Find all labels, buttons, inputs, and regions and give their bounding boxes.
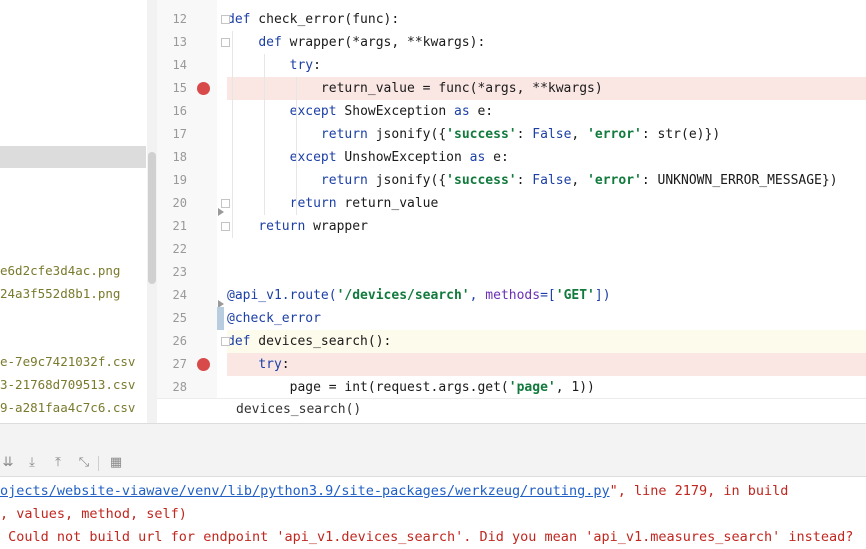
line-number[interactable]: 12 <box>157 8 187 31</box>
line-number[interactable]: 13 <box>157 31 187 54</box>
console-line: ojects/website-viawave/venv/lib/python3.… <box>0 480 788 503</box>
fold-icon[interactable] <box>221 337 230 346</box>
code-line[interactable]: def wrapper(*args, **kwargs): <box>227 31 866 54</box>
line-number[interactable]: 22 <box>157 238 187 261</box>
change-marker <box>217 307 224 330</box>
traceback-file-link[interactable]: ojects/website-viawave/venv/lib/python3.… <box>0 483 610 499</box>
console-line: , values, method, self) <box>0 506 187 522</box>
breadcrumb-function[interactable]: devices_search() <box>236 402 361 417</box>
indent-guide <box>264 54 265 215</box>
line-number[interactable]: 17 <box>157 123 187 146</box>
code-line[interactable]: except ShowException as e: <box>227 100 866 123</box>
code-line[interactable]: try: <box>227 54 866 77</box>
scroll-to-end-icon[interactable]: ⇊ <box>0 455 16 471</box>
code-line[interactable]: try: <box>227 353 866 376</box>
line-number[interactable]: 16 <box>157 100 187 123</box>
file-item[interactable]: e-7e9c7421032f.csv <box>0 354 135 369</box>
code-line[interactable]: return return_value <box>227 192 866 215</box>
download-icon[interactable]: ⤓ <box>24 455 40 471</box>
project-scrollbar[interactable] <box>147 0 157 423</box>
code-line[interactable]: return_value = func(*args, **kwargs) <box>227 77 866 100</box>
panel-divider[interactable] <box>0 423 866 451</box>
fold-icon[interactable] <box>221 15 230 24</box>
line-number[interactable]: 23 <box>157 261 187 284</box>
code-line[interactable] <box>227 238 866 261</box>
file-item[interactable]: 9-a281faa4c7c6.csv <box>0 400 135 415</box>
line-number[interactable]: 15 <box>157 77 187 100</box>
line-number[interactable]: 21 <box>157 215 187 238</box>
fold-icon[interactable] <box>221 38 230 47</box>
breakpoint-icon[interactable] <box>197 82 210 95</box>
code-line[interactable] <box>227 261 866 284</box>
error-message: Could not build url for endpoint 'api_v1… <box>0 529 854 545</box>
code-line[interactable]: @api_v1.route('/devices/search', methods… <box>227 284 866 307</box>
code-line[interactable]: def check_error(func): <box>227 8 866 31</box>
line-number[interactable]: 20 <box>157 192 187 215</box>
code-line[interactable]: return wrapper <box>227 215 866 238</box>
collapse-icon[interactable]: ⤡ <box>76 455 92 471</box>
breakpoint-icon[interactable] <box>197 358 210 371</box>
line-number[interactable]: 26 <box>157 330 187 353</box>
code-line[interactable]: except UnshowException as e: <box>227 146 866 169</box>
line-number[interactable]: 14 <box>157 54 187 77</box>
indent-guide <box>296 77 297 215</box>
grid-icon[interactable]: ▦ <box>108 455 124 471</box>
code-line[interactable]: def devices_search(): <box>227 330 866 353</box>
line-number[interactable]: 19 <box>157 169 187 192</box>
line-number[interactable]: 27 <box>157 353 187 376</box>
code-line[interactable]: page = int(request.args.get('page', 1)) <box>227 376 866 399</box>
scrollbar-thumb[interactable] <box>148 152 156 284</box>
breadcrumb[interactable]: devices_search() <box>157 398 866 423</box>
run-console[interactable]: ojects/website-viawave/venv/lib/python3.… <box>0 477 866 547</box>
upload-icon[interactable]: ⤒ <box>50 455 66 471</box>
line-number[interactable]: 28 <box>157 376 187 399</box>
file-item[interactable]: 3-21768d709513.csv <box>0 377 135 392</box>
code-editor[interactable]: 12 13 14 15 16 17 18 19 20 21 22 23 24 25 26 27 28 def c… <box>157 0 866 423</box>
code-line[interactable]: return jsonify({'success': False, 'error… <box>227 169 866 192</box>
fold-icon[interactable] <box>221 199 230 208</box>
run-toolbar: ⇊ ⤓ ⤒ ⤡ ▦ <box>0 451 866 477</box>
fold-icon[interactable] <box>221 222 230 231</box>
toolbar-separator <box>98 456 99 471</box>
file-item[interactable]: e6d2cfe3d4ac.png <box>0 263 120 278</box>
traceback-location: ", line 2179, in build <box>609 483 789 499</box>
line-number[interactable]: 25 <box>157 307 187 330</box>
line-number[interactable]: 18 <box>157 146 187 169</box>
selected-row[interactable] <box>0 146 146 168</box>
code-line[interactable]: @check_error <box>227 307 866 330</box>
code-line[interactable]: return jsonify({'success': False, 'error… <box>227 123 866 146</box>
file-item[interactable]: 24a3f552d8b1.png <box>0 286 120 301</box>
line-gutter: 12 13 14 15 16 17 18 19 20 21 22 23 24 25 26 27 28 <box>157 0 217 398</box>
collapse-arrow-icon[interactable] <box>218 208 224 216</box>
line-number[interactable]: 24 <box>157 284 187 307</box>
project-panel: e6d2cfe3d4ac.png 24a3f552d8b1.png e-7e9c… <box>0 0 157 423</box>
indent-guide <box>232 31 233 238</box>
